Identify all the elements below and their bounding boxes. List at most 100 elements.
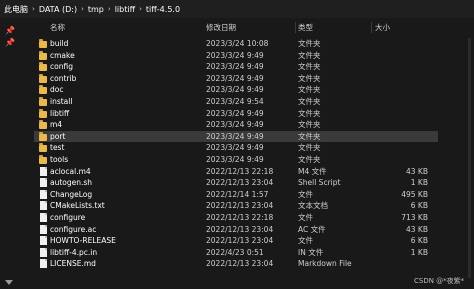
file-size: 6 KB bbox=[410, 201, 428, 211]
file-name: build bbox=[50, 39, 69, 48]
breadcrumb-separator-icon[interactable]: › bbox=[108, 5, 111, 13]
pin-icon[interactable]: 📌 bbox=[5, 38, 15, 47]
file-name: config bbox=[50, 62, 73, 72]
file-row[interactable]: HOWTO-RELEASE 2022/12/13 23:04 文件 6 KB bbox=[34, 235, 438, 246]
file-row[interactable]: CMakeLists.txt 2022/12/13 23:04 文本文档 6 KB bbox=[34, 200, 438, 211]
file-modified-date: 2022/12/13 22:18 bbox=[206, 166, 274, 176]
breadcrumb-separator-icon[interactable]: › bbox=[32, 5, 35, 13]
file-name: configure.ac bbox=[50, 224, 97, 234]
file-row[interactable]: libtiff 2023/3/24 9:49 文件夹 bbox=[34, 108, 438, 119]
file-row[interactable]: contrib 2023/3/24 9:49 文件夹 bbox=[34, 73, 438, 84]
file-modified-date: 2023/3/24 9:49 bbox=[206, 73, 264, 83]
file-type: 文件夹 bbox=[298, 155, 321, 164]
file-modified-date: 2023/3/24 9:49 bbox=[206, 50, 264, 60]
file-row[interactable]: ChangeLog 2022/12/14 1:57 文件 495 KB bbox=[34, 189, 438, 200]
file-type: M4 文件 bbox=[298, 166, 327, 176]
file-row[interactable]: test 2023/3/24 9:49 文件夹 bbox=[34, 142, 438, 153]
file-type: IN 文件 bbox=[298, 247, 324, 257]
file-row[interactable]: configure 2022/12/13 22:18 文件 713 KB bbox=[34, 212, 438, 223]
column-header-type[interactable]: 类型 bbox=[298, 22, 313, 33]
file-icon bbox=[40, 166, 47, 176]
file-row[interactable]: LICENSE.md 2022/12/13 23:04 Markdown File bbox=[34, 258, 438, 269]
file-size: 495 KB bbox=[401, 189, 428, 199]
file-row[interactable]: autogen.sh 2022/12/13 23:04 Shell Script 1 … bbox=[34, 177, 438, 188]
breadcrumb-item[interactable]: 此电脑 bbox=[4, 4, 28, 15]
file-modified-date: 2022/12/13 22:18 bbox=[206, 213, 274, 222]
file-icon bbox=[40, 224, 47, 234]
file-row[interactable]: configure.ac 2022/12/13 23:04 AC 文件 43 KB bbox=[34, 224, 438, 235]
file-modified-date: 2022/12/13 23:04 bbox=[206, 259, 274, 269]
column-header-size[interactable]: 大小 bbox=[375, 22, 390, 33]
file-row[interactable]: libtiff-4.pc.in 2022/4/23 0:51 IN 文件 1 KB bbox=[34, 247, 438, 258]
file-modified-date: 2022/12/13 23:04 bbox=[206, 224, 274, 234]
file-icon bbox=[40, 201, 47, 211]
column-divider[interactable] bbox=[295, 22, 296, 33]
file-icon bbox=[40, 213, 47, 222]
file-row[interactable]: build 2023/3/24 10:08 文件夹 bbox=[34, 38, 438, 49]
file-modified-date: 2023/3/24 9:49 bbox=[206, 155, 264, 164]
folder-icon bbox=[39, 50, 47, 60]
scroll-down-arrow-icon[interactable] bbox=[5, 280, 13, 285]
file-name: install bbox=[50, 97, 73, 106]
file-size: 1 KB bbox=[410, 178, 428, 188]
column-header-date[interactable]: 修改日期 bbox=[206, 22, 236, 33]
breadcrumb-separator-icon[interactable]: › bbox=[139, 5, 142, 13]
file-name: contrib bbox=[50, 73, 77, 83]
file-name: autogen.sh bbox=[50, 178, 93, 188]
pin-icon[interactable]: 📌 bbox=[5, 26, 15, 35]
file-name: test bbox=[50, 143, 65, 153]
file-type: 文件夹 bbox=[298, 50, 321, 60]
file-row[interactable]: cmake 2023/3/24 9:49 文件夹 bbox=[34, 50, 438, 61]
folder-icon bbox=[39, 155, 47, 164]
column-divider[interactable] bbox=[371, 22, 372, 33]
file-modified-date: 2022/12/13 23:04 bbox=[206, 236, 274, 246]
file-row[interactable]: doc 2023/3/24 9:49 文件夹 bbox=[34, 84, 438, 95]
file-modified-date: 2023/3/24 9:49 bbox=[206, 143, 264, 153]
file-name: libtiff bbox=[50, 108, 70, 118]
file-name: cmake bbox=[50, 50, 75, 60]
file-type: 文件 bbox=[298, 189, 313, 199]
folder-icon bbox=[39, 62, 47, 72]
file-modified-date: 2023/3/24 9:49 bbox=[206, 62, 264, 72]
file-name: aclocal.m4 bbox=[50, 166, 91, 176]
file-row[interactable]: tools 2023/3/24 9:49 文件夹 bbox=[34, 154, 438, 165]
file-type: 文件夹 bbox=[298, 73, 321, 83]
address-bar[interactable]: 此电脑 › DATA (D:) › tmp › libtiff › tiff-4.5.0 bbox=[0, 0, 474, 18]
file-type: 文件夹 bbox=[298, 120, 321, 130]
file-modified-date: 2023/3/24 9:49 bbox=[206, 131, 264, 141]
folder-icon bbox=[39, 143, 47, 153]
folder-icon bbox=[39, 39, 47, 48]
file-modified-date: 2022/12/13 23:04 bbox=[206, 201, 274, 211]
file-modified-date: 2023/3/24 9:49 bbox=[206, 85, 264, 95]
file-type: 文件夹 bbox=[298, 97, 321, 106]
file-icon bbox=[40, 178, 47, 188]
file-name: libtiff-4.pc.in bbox=[50, 247, 98, 257]
breadcrumb-separator-icon[interactable]: › bbox=[81, 5, 84, 13]
file-row[interactable]: aclocal.m4 2022/12/13 22:18 M4 文件 43 KB bbox=[34, 166, 438, 177]
file-row[interactable]: m4 2023/3/24 9:49 文件夹 bbox=[34, 119, 438, 130]
file-row[interactable]: install 2023/3/24 9:54 文件夹 bbox=[34, 96, 438, 107]
breadcrumb-item[interactable]: libtiff bbox=[115, 5, 135, 14]
folder-icon bbox=[39, 85, 47, 95]
file-name: LICENSE.md bbox=[50, 259, 96, 269]
file-name: ChangeLog bbox=[50, 189, 93, 199]
folder-icon bbox=[39, 97, 47, 106]
breadcrumb-item[interactable]: tiff-4.5.0 bbox=[146, 5, 180, 14]
column-header-row: 名称 修改日期 类型 大小 bbox=[0, 22, 474, 34]
watermark-text: CSDN @*夜紫* bbox=[414, 277, 465, 285]
file-type: 文本文档 bbox=[298, 201, 328, 211]
file-row[interactable]: port 2023/3/24 9:49 文件夹 bbox=[34, 130, 438, 142]
file-icon bbox=[40, 189, 47, 199]
file-modified-date: 2022/4/23 0:51 bbox=[206, 247, 264, 257]
file-row[interactable]: config 2023/3/24 9:49 文件夹 bbox=[34, 61, 438, 72]
column-header-name[interactable]: 名称 bbox=[50, 22, 65, 33]
folder-icon bbox=[39, 73, 47, 83]
file-type: 文件夹 bbox=[298, 62, 321, 72]
breadcrumb-item[interactable]: DATA (D:) bbox=[39, 5, 77, 14]
vertical-scrollbar[interactable] bbox=[468, 38, 471, 278]
breadcrumb-item[interactable]: tmp bbox=[88, 5, 104, 14]
file-type: 文件 bbox=[298, 236, 313, 246]
file-modified-date: 2022/12/13 23:04 bbox=[206, 178, 274, 188]
file-size: 6 KB bbox=[410, 236, 428, 246]
file-name: configure bbox=[50, 213, 86, 222]
